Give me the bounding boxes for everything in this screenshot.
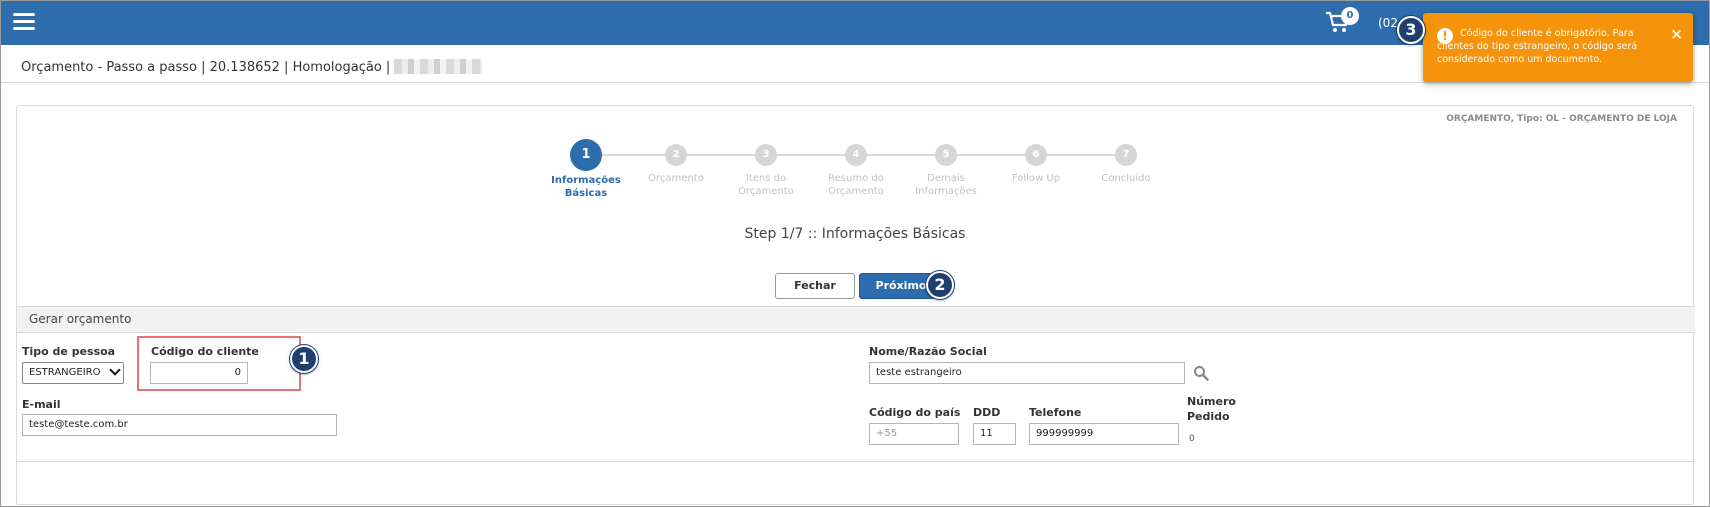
step-5[interactable]: 5 Demais Informações [901,144,991,198]
codigo-cliente-label: Código do cliente [151,345,259,358]
step-7[interactable]: 7 Concluído [1081,144,1171,185]
step-7-label: Concluído [1101,173,1151,184]
email-input[interactable]: teste@teste.com.br [22,414,337,436]
ddd-input[interactable]: 11 [973,423,1016,445]
step-1-label: Informações Básicas [551,175,621,199]
step-4-label: Resumo do Orçamento [828,173,884,197]
section-title: Gerar orçamento [17,306,1695,333]
step-5-label: Demais Informações [915,173,977,197]
callout-2-marker: 2 [926,271,954,299]
telefone-input[interactable]: 999999999 [1029,423,1179,445]
tipo-pessoa-label: Tipo de pessoa [22,345,116,358]
codigo-pais-input[interactable]: +55 [869,423,959,445]
topbar-partial-text: (02 [1378,16,1398,30]
close-button[interactable]: Fechar [775,273,855,299]
hamburger-menu-icon[interactable] [13,13,35,31]
step-1-number: 1 [570,139,602,171]
step-5-number: 5 [935,144,957,166]
step-2-number: 2 [665,144,687,166]
chevron-down-icon [109,364,121,376]
form-section: Gerar orçamento Tipo de pessoa ESTRANGEI… [17,306,1695,462]
step-6[interactable]: 6 Follow Up [991,144,1081,185]
step-2[interactable]: 2 Orçamento [631,144,721,185]
tipo-pessoa-select[interactable]: ESTRANGEIRO [22,362,124,384]
callout-1-marker: 1 [290,345,318,373]
tipo-pessoa-value: ESTRANGEIRO [29,367,101,378]
step-3[interactable]: 3 Itens do Orçamento [721,144,811,198]
step-3-number: 3 [755,144,777,166]
step-1[interactable]: 1 Informações Básicas [541,139,631,200]
page-title-text: Orçamento - Passo a passo | 20.138652 | … [21,60,391,75]
codigo-pais-label: Código do país [869,406,961,419]
codigo-cliente-input[interactable]: 0 [150,362,248,384]
telefone-label: Telefone [1029,406,1082,419]
step-4[interactable]: 4 Resumo do Orçamento [811,144,901,198]
step-6-number: 6 [1025,144,1047,166]
nome-input[interactable]: teste estrangeiro [869,362,1185,384]
callout-3-marker: 3 [1397,16,1425,44]
email-label: E-mail [22,398,61,411]
toast-message: Código do cliente é obrigatório. Para cl… [1437,28,1638,65]
wizard-stepper: 1 Informações Básicas 2 Orçamento 3 Itens… [17,106,1693,216]
step-3-label: Itens do Orçamento [738,173,794,197]
step-heading: Step 1/7 :: Informações Básicas [744,226,966,242]
nome-label: Nome/Razão Social [869,345,987,358]
close-icon[interactable]: × [1670,27,1683,42]
ddd-label: DDD [973,406,1001,419]
step-6-label: Follow Up [1011,173,1061,184]
step-7-number: 7 [1115,144,1137,166]
warning-toast: ! Código do cliente é obrigatório. Para … [1423,13,1693,82]
step-4-number: 4 [845,144,867,166]
numero-pedido-label: Número Pedido [1187,395,1236,423]
blurred-user-name [394,59,483,74]
cart-count-badge: 0 [1341,7,1359,25]
step-2-label: Orçamento [648,173,704,184]
page-title: Orçamento - Passo a passo | 20.138652 | … [21,59,483,75]
search-icon[interactable] [1193,365,1209,381]
main-panel: ORÇAMENTO, Tipo: OL - ORÇAMENTO DE LOJA … [16,105,1695,505]
numero-pedido-value: 0 [1189,434,1195,444]
